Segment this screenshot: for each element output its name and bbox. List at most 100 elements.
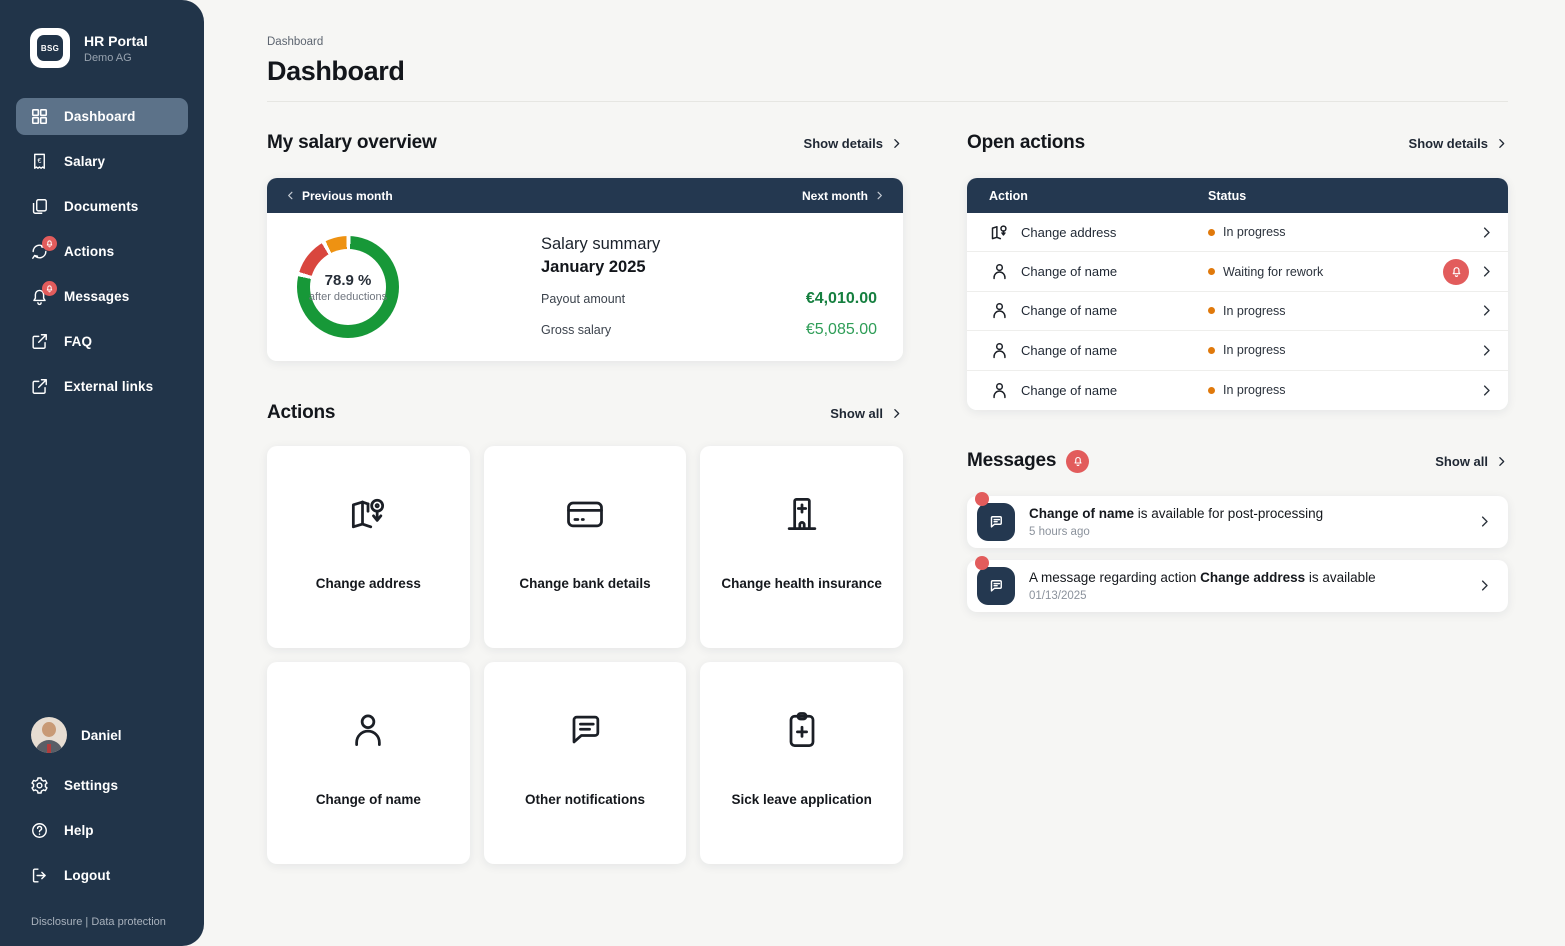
- person-icon: [989, 300, 1010, 321]
- person-icon: [989, 380, 1010, 401]
- sidebar-item-settings[interactable]: Settings: [16, 767, 188, 804]
- messages-list: Change of name is available for post-pro…: [967, 496, 1508, 612]
- message-timestamp: 01/13/2025: [1029, 590, 1376, 602]
- chat-bubble-icon: [977, 567, 1015, 605]
- sidebar-item-salary[interactable]: € Salary: [16, 143, 188, 180]
- action-card-sick-leave-application[interactable]: Sick leave application: [700, 662, 903, 864]
- chevron-right-icon: [1479, 383, 1494, 398]
- status-text: In progress: [1223, 225, 1286, 239]
- svg-text:€: €: [38, 157, 42, 165]
- chevron-right-icon: [1477, 578, 1492, 593]
- donut-sublabel: after deductions: [309, 291, 387, 303]
- unread-dot: [975, 492, 989, 506]
- payout-row: Payout amount €4,010.00: [541, 290, 877, 308]
- table-row[interactable]: Change of name In progress: [967, 292, 1508, 331]
- payout-amount: €4,010.00: [806, 290, 877, 308]
- sidebar-item-messages[interactable]: Messages: [16, 278, 188, 315]
- receipt-euro-icon: €: [30, 152, 49, 171]
- breadcrumb[interactable]: Dashboard: [267, 36, 1508, 48]
- chevron-right-icon: [1479, 225, 1494, 240]
- avatar: [31, 717, 67, 753]
- chat-bubble-icon: [563, 708, 607, 752]
- status-dot: [1208, 347, 1215, 354]
- notification-badge: [42, 281, 57, 296]
- sidebar-item-logout[interactable]: Logout: [16, 857, 188, 894]
- page-title: Dashboard: [267, 56, 1508, 87]
- sidebar-item-external-links[interactable]: External links: [16, 368, 188, 405]
- sidebar-item-label: Logout: [64, 868, 110, 883]
- chevron-right-icon: [874, 190, 885, 201]
- app-name: HR Portal: [84, 33, 148, 49]
- table-row[interactable]: Change of name In progress: [967, 331, 1508, 370]
- question-circle-icon: [30, 821, 49, 840]
- user-name: Daniel: [81, 728, 122, 743]
- message-item[interactable]: Change of name is available for post-pro…: [967, 496, 1508, 548]
- hospital-icon: [780, 492, 824, 536]
- action-card-change-health-insurance[interactable]: Change health insurance: [700, 446, 903, 648]
- main-content: Dashboard Dashboard My salary overview S…: [204, 0, 1565, 946]
- status-dot: [1208, 229, 1215, 236]
- next-month-button[interactable]: Next month: [802, 189, 885, 203]
- chevron-left-icon: [285, 190, 296, 201]
- chevron-right-icon: [1495, 137, 1508, 150]
- logo-monogram: BSG: [37, 35, 63, 61]
- title-divider: [267, 101, 1508, 102]
- status-text: Waiting for rework: [1223, 265, 1323, 279]
- open-actions-table-header: Action Status: [967, 178, 1508, 213]
- open-actions-table: Action Status Change address In progress: [967, 178, 1508, 410]
- salary-card: Previous month Next month 78.9 % after d…: [267, 178, 903, 361]
- message-item[interactable]: A message regarding action Change addres…: [967, 560, 1508, 612]
- table-row[interactable]: Change of name In progress: [967, 371, 1508, 410]
- actions-show-all-link[interactable]: Show all: [830, 406, 903, 421]
- unread-dot: [975, 556, 989, 570]
- messages-bell-badge: [1066, 450, 1089, 473]
- person-icon: [346, 708, 390, 752]
- app-logo: BSG HR Portal Demo AG: [30, 28, 188, 68]
- message-text: Change of name is available for post-pro…: [1029, 506, 1323, 521]
- sidebar-nav: Dashboard € Salary Documents Actions: [16, 98, 188, 413]
- sidebar-item-faq[interactable]: FAQ: [16, 323, 188, 360]
- person-icon: [989, 340, 1010, 361]
- gross-salary-amount: €5,085.00: [806, 321, 877, 339]
- sidebar-item-label: Actions: [64, 244, 114, 259]
- status-dot: [1208, 268, 1215, 275]
- bell-icon: [30, 287, 49, 306]
- salary-donut-chart: 78.9 % after deductions: [297, 236, 399, 338]
- chat-bubble-icon: [977, 503, 1015, 541]
- message-timestamp: 5 hours ago: [1029, 526, 1323, 538]
- sidebar-item-documents[interactable]: Documents: [16, 188, 188, 225]
- table-row[interactable]: Change address In progress: [967, 213, 1508, 252]
- messages-show-all-link[interactable]: Show all: [1435, 454, 1508, 469]
- external-link-icon: [30, 332, 49, 351]
- sidebar-item-help[interactable]: Help: [16, 812, 188, 849]
- company-name: Demo AG: [84, 52, 148, 64]
- sidebar-item-dashboard[interactable]: Dashboard: [16, 98, 188, 135]
- action-card-change-bank-details[interactable]: Change bank details: [484, 446, 687, 648]
- status-dot: [1208, 307, 1215, 314]
- gear-icon: [30, 776, 49, 795]
- chevron-right-icon: [1477, 514, 1492, 529]
- logo-icon: BSG: [30, 28, 70, 68]
- actions-grid: Change address Change bank details Chang…: [267, 446, 903, 864]
- action-card-change-address[interactable]: Change address: [267, 446, 470, 648]
- map-pin-icon: [346, 492, 390, 536]
- status-dot: [1208, 387, 1215, 394]
- sidebar-item-actions[interactable]: Actions: [16, 233, 188, 270]
- message-text: A message regarding action Change addres…: [1029, 570, 1376, 585]
- sidebar-bottom-nav: Settings Help Logout: [16, 767, 188, 902]
- salary-card-header: Previous month Next month: [267, 178, 903, 213]
- table-row[interactable]: Change of name Waiting for rework: [967, 252, 1508, 291]
- legal-links[interactable]: Disclosure | Data protection: [31, 916, 188, 928]
- open-actions-show-details-link[interactable]: Show details: [1409, 136, 1508, 151]
- salary-overview-heading: My salary overview: [267, 132, 437, 154]
- gross-salary-row: Gross salary €5,085.00: [541, 321, 877, 339]
- status-text: In progress: [1223, 304, 1286, 318]
- clipboard-plus-icon: [780, 708, 824, 752]
- chevron-right-icon: [890, 137, 903, 150]
- user-profile[interactable]: Daniel: [31, 717, 188, 753]
- salary-show-details-link[interactable]: Show details: [804, 136, 903, 151]
- previous-month-button[interactable]: Previous month: [285, 189, 393, 203]
- chevron-right-icon: [1479, 303, 1494, 318]
- action-card-change-of-name[interactable]: Change of name: [267, 662, 470, 864]
- action-card-other-notifications[interactable]: Other notifications: [484, 662, 687, 864]
